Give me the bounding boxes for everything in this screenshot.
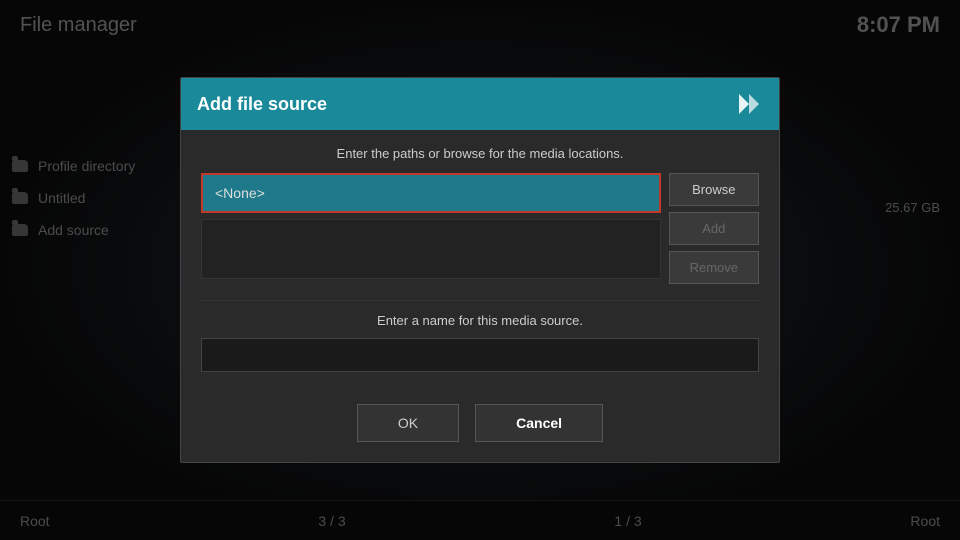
source-input-row: Browse Add Remove [201,173,759,284]
path-input[interactable] [203,175,659,211]
dialog-subtitle: Enter the paths or browse for the media … [201,146,759,161]
action-buttons: Browse Add Remove [669,173,759,284]
remove-button[interactable]: Remove [669,251,759,284]
cancel-button[interactable]: Cancel [475,404,603,442]
name-section: Enter a name for this media source. [201,300,759,372]
modal-overlay: Add file source Enter the paths or brows… [0,0,960,540]
dialog-title: Add file source [197,94,327,115]
media-source-name-input[interactable] [201,338,759,372]
ok-button[interactable]: OK [357,404,459,442]
add-file-source-dialog: Add file source Enter the paths or brows… [180,77,780,463]
name-subtitle: Enter a name for this media source. [201,313,759,328]
path-input-wrapper[interactable] [201,173,661,213]
kodi-logo-icon [735,90,763,118]
path-list-area [201,219,661,279]
browse-button[interactable]: Browse [669,173,759,206]
source-list-wrapper [201,173,661,279]
add-button[interactable]: Add [669,212,759,245]
dialog-body: Enter the paths or browse for the media … [181,130,779,388]
path-input-row [201,173,661,213]
dialog-header: Add file source [181,78,779,130]
dialog-footer: OK Cancel [181,388,779,462]
